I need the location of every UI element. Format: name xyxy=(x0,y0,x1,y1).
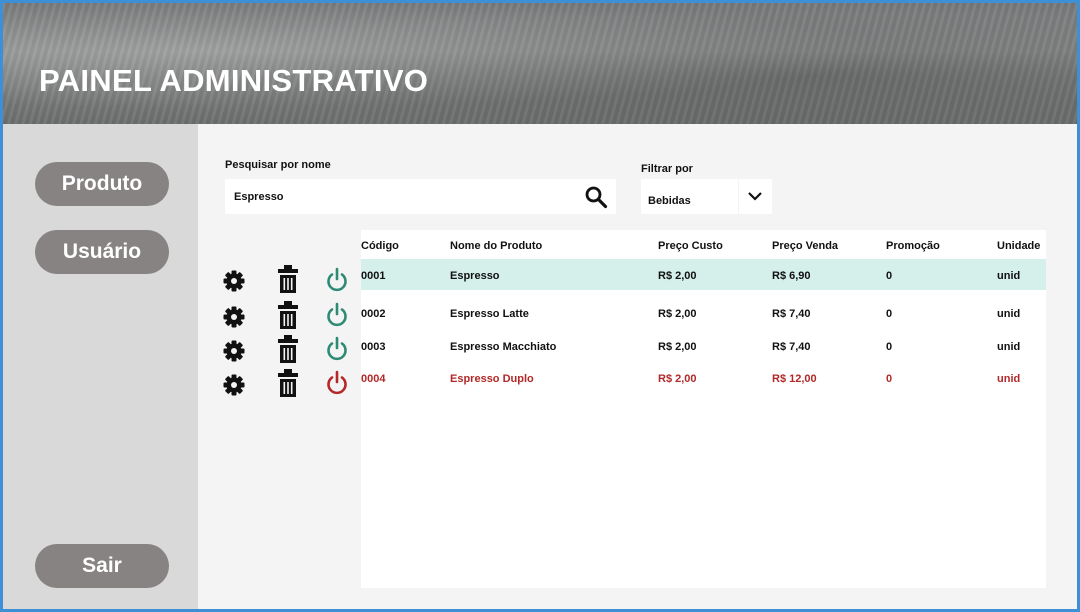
filter-divider xyxy=(738,179,739,214)
app-window: PAINEL ADMINISTRATIVO Produto Usuário Sa… xyxy=(0,0,1080,612)
cell-unidade: unid xyxy=(997,341,1021,353)
cell-unidade: unid xyxy=(997,373,1021,385)
cell-preco-custo: R$ 2,00 xyxy=(658,308,697,320)
sidebar: Produto Usuário Sair xyxy=(3,124,198,609)
power-icon[interactable] xyxy=(325,370,349,396)
cell-preco-custo: R$ 2,00 xyxy=(658,270,697,282)
chevron-down-icon[interactable] xyxy=(747,189,763,203)
cell-preco-venda: R$ 6,90 xyxy=(772,270,811,282)
power-icon[interactable] xyxy=(325,267,349,293)
cell-promocao: 0 xyxy=(886,373,893,385)
power-icon[interactable] xyxy=(325,336,349,362)
filter-select[interactable]: Bebidas xyxy=(641,179,772,214)
trash-icon[interactable] xyxy=(276,264,300,294)
search-input-value[interactable]: Espresso xyxy=(234,191,284,203)
cell-preco-custo: R$ 2,00 xyxy=(658,341,697,353)
power-icon[interactable] xyxy=(325,302,349,328)
cell-promocao: 0 xyxy=(886,308,893,320)
trash-icon[interactable] xyxy=(276,368,300,398)
column-header-preco-custo[interactable]: Preço Custo xyxy=(658,240,723,252)
gear-icon[interactable] xyxy=(222,269,246,293)
table-row[interactable]: 0002 Espresso Latte R$ 2,00 R$ 7,40 0 un… xyxy=(361,297,1046,328)
gear-icon[interactable] xyxy=(222,305,246,329)
column-header-nome[interactable]: Nome do Produto xyxy=(450,240,542,252)
cell-unidade: unid xyxy=(997,308,1021,320)
filter-label: Filtrar por xyxy=(641,163,693,175)
cell-nome: Espresso Macchiato xyxy=(450,341,557,353)
cell-nome: Espresso Latte xyxy=(450,308,529,320)
trash-icon[interactable] xyxy=(276,334,300,364)
main-content: Pesquisar por nome Espresso Filtrar por … xyxy=(198,124,1077,609)
cell-codigo: 0001 xyxy=(361,270,386,282)
cell-nome: Espresso xyxy=(450,270,500,282)
search-input[interactable]: Espresso xyxy=(225,179,616,214)
logout-button[interactable]: Sair xyxy=(35,544,169,588)
column-header-promocao[interactable]: Promoção xyxy=(886,240,940,252)
trash-icon[interactable] xyxy=(276,300,300,330)
cell-preco-venda: R$ 7,40 xyxy=(772,341,811,353)
column-header-codigo[interactable]: Código xyxy=(361,240,399,252)
products-table: Código Nome do Produto Preço Custo Preço… xyxy=(361,230,1046,588)
column-header-unidade[interactable]: Unidade xyxy=(997,240,1040,252)
cell-unidade: unid xyxy=(997,270,1021,282)
header-banner: PAINEL ADMINISTRATIVO xyxy=(3,3,1077,124)
cell-codigo: 0004 xyxy=(361,373,386,385)
cell-preco-venda: R$ 7,40 xyxy=(772,308,811,320)
cell-promocao: 0 xyxy=(886,341,893,353)
table-row[interactable]: 0004 Espresso Duplo R$ 2,00 R$ 12,00 0 u… xyxy=(361,362,1046,393)
sidebar-item-produto[interactable]: Produto xyxy=(35,162,169,206)
cell-nome: Espresso Duplo xyxy=(450,373,534,385)
cell-preco-venda: R$ 12,00 xyxy=(772,373,817,385)
filter-select-value[interactable]: Bebidas xyxy=(648,195,691,207)
gear-icon[interactable] xyxy=(222,339,246,363)
cell-promocao: 0 xyxy=(886,270,893,282)
search-label: Pesquisar por nome xyxy=(225,159,331,171)
search-icon[interactable] xyxy=(584,185,608,209)
gear-icon[interactable] xyxy=(222,373,246,397)
page-title: PAINEL ADMINISTRATIVO xyxy=(39,63,429,98)
column-header-preco-venda[interactable]: Preço Venda xyxy=(772,240,838,252)
table-row[interactable]: 0003 Espresso Macchiato R$ 2,00 R$ 7,40 … xyxy=(361,330,1046,361)
cell-codigo: 0002 xyxy=(361,308,386,320)
table-row[interactable]: 0001 Espresso R$ 2,00 R$ 6,90 0 unid xyxy=(361,259,1046,290)
cell-preco-custo: R$ 2,00 xyxy=(658,373,697,385)
cell-codigo: 0003 xyxy=(361,341,386,353)
sidebar-item-usuario[interactable]: Usuário xyxy=(35,230,169,274)
